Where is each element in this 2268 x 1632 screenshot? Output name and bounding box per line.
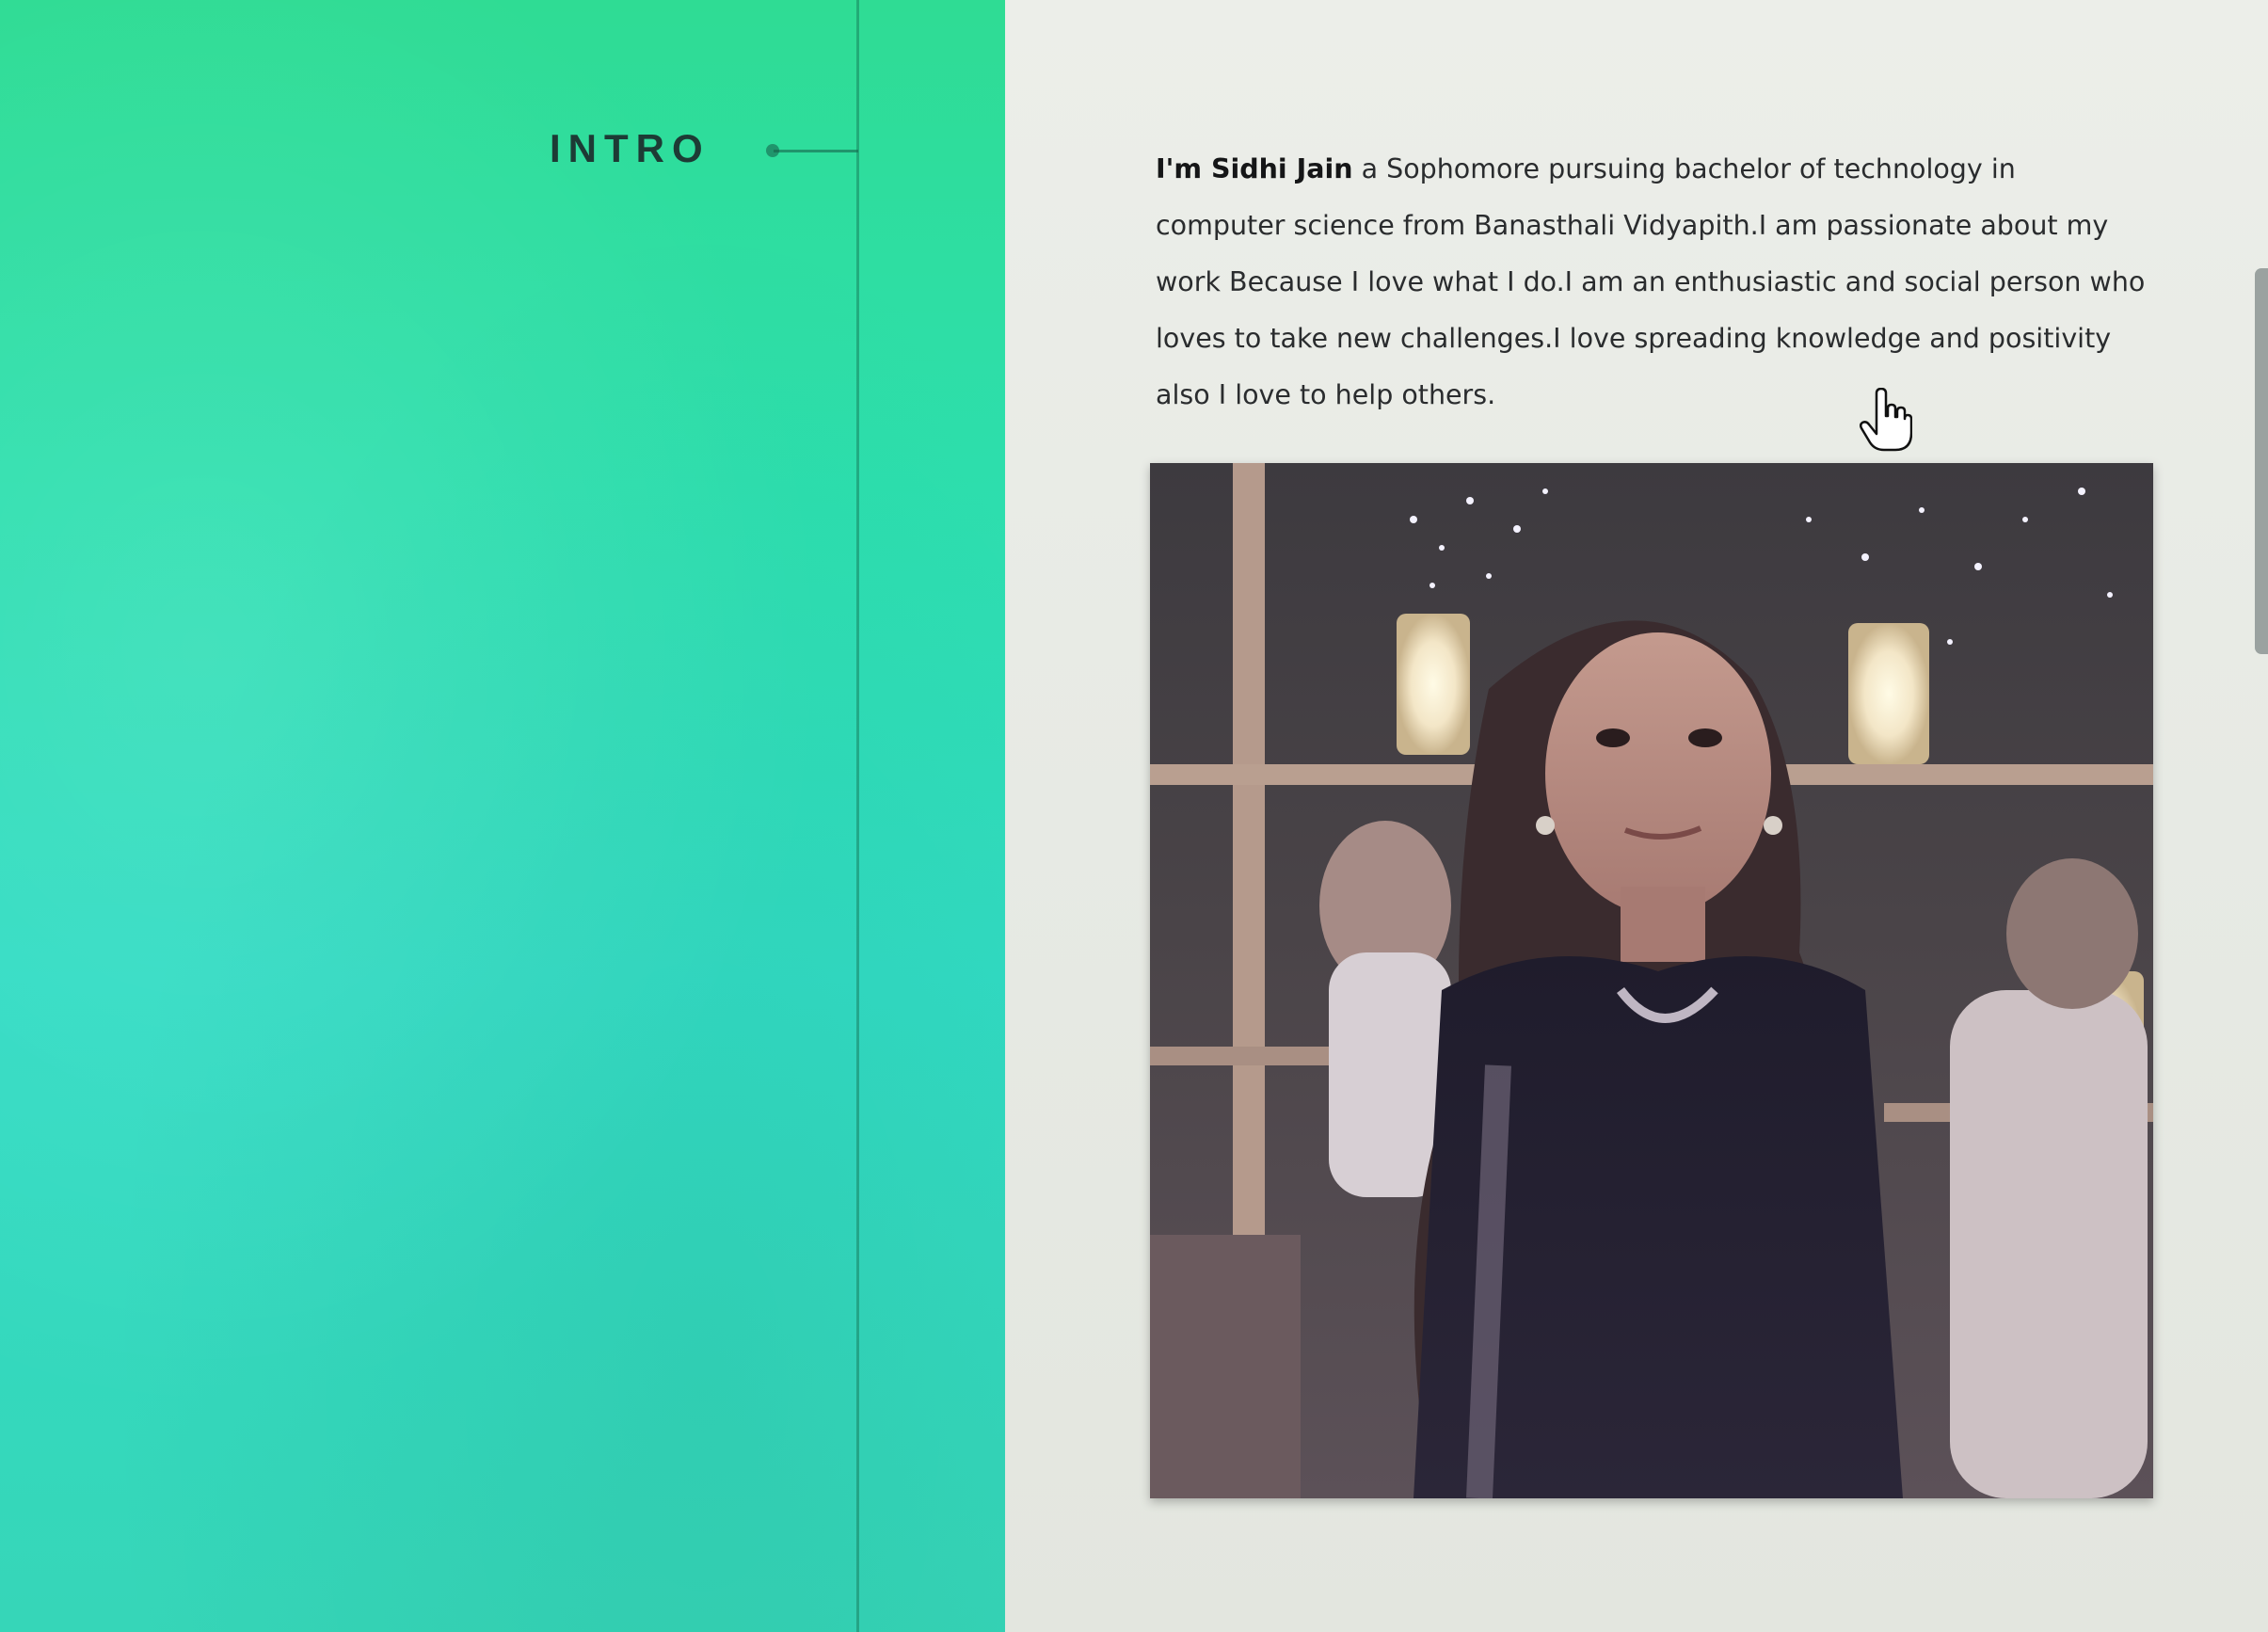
timeline-line (856, 0, 859, 1632)
timeline-panel: INTRO (0, 0, 1005, 1632)
hand-pointer-icon (1860, 388, 1912, 452)
scrollbar-thumb[interactable] (2255, 268, 2268, 654)
intro-name: I'm Sidhi Jain (1156, 153, 1353, 184)
intro-description: a Sophomore pursuing bachelor of technol… (1156, 153, 2146, 410)
panel-sheen (0, 0, 1005, 1632)
profile-photo (1150, 463, 2153, 1498)
intro-paragraph: I'm Sidhi Jain a Sophomore pursuing bach… (1156, 141, 2153, 424)
profile-photo-image (1150, 463, 2153, 1498)
timeline-connector (774, 150, 858, 152)
portfolio-page: INTRO I'm Sidhi Jain a Sophomore pursuin… (0, 0, 2268, 1632)
section-title: INTRO (550, 126, 711, 170)
